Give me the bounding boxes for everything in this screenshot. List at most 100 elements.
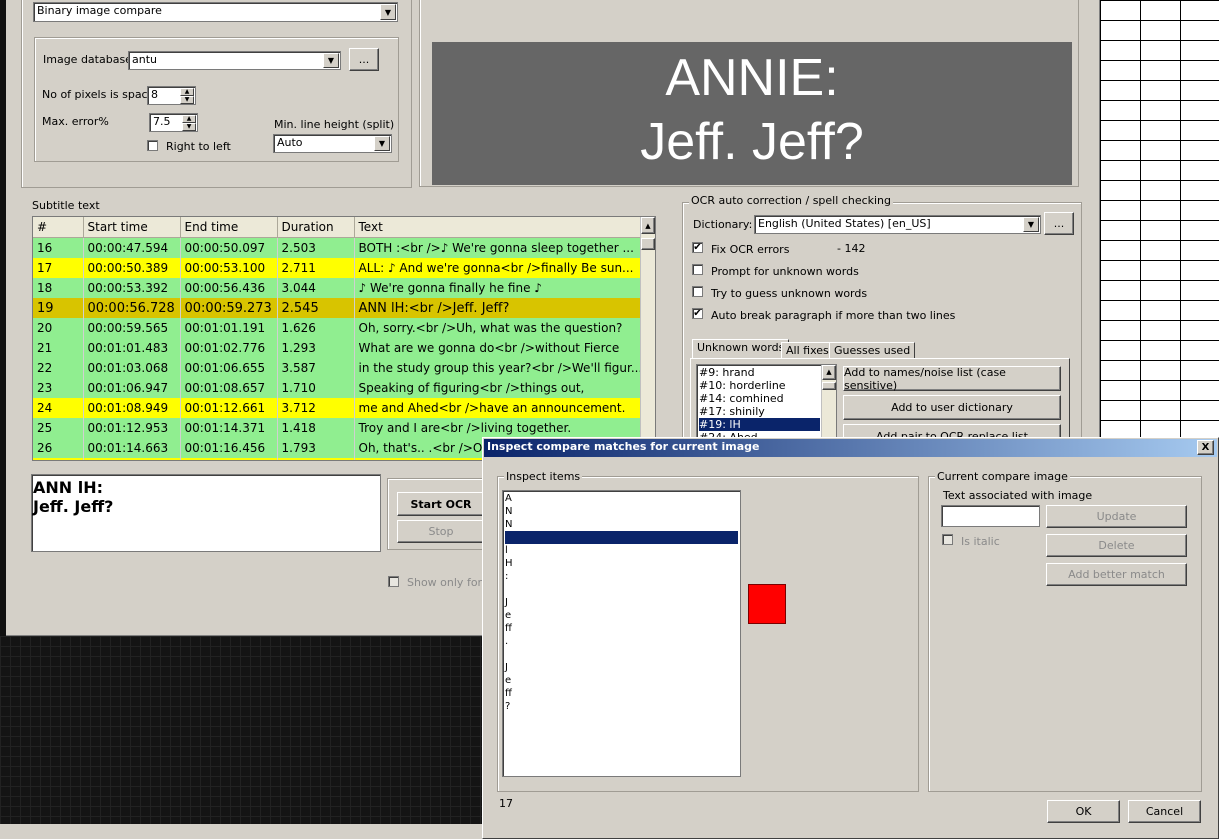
unknown-words-list[interactable]: #9: hrand #10: horderline #14: comhined … xyxy=(696,364,837,440)
column-header-end[interactable]: End time xyxy=(180,217,278,238)
list-item[interactable]: #17: shinily xyxy=(699,405,834,418)
subtitle-grid-scrollbar[interactable]: ▲ xyxy=(640,217,655,460)
spin-down-icon[interactable]: ▼ xyxy=(180,96,194,104)
list-item[interactable]: e xyxy=(505,609,738,622)
spin-down-icon[interactable]: ▼ xyxy=(182,123,196,131)
tab-unknown-words[interactable]: Unknown words xyxy=(692,339,790,359)
table-row[interactable]: 17 00:00:50.389 00:00:53.100 2.711 ALL: ♪ An… xyxy=(33,258,642,278)
spin-up-icon[interactable]: ▲ xyxy=(180,88,194,96)
guess-unknown-checkbox[interactable] xyxy=(692,286,703,297)
table-row[interactable]: 21 00:01:01.483 00:01:02.776 1.293 What are … xyxy=(33,338,642,358)
cancel-button[interactable]: Cancel xyxy=(1128,800,1201,823)
start-ocr-button[interactable]: Start OCR xyxy=(397,492,485,516)
dialog-titlebar[interactable]: Inspect compare matches for current imag… xyxy=(484,439,1217,457)
scroll-thumb[interactable] xyxy=(822,382,836,390)
subtitle-grid: # Start time End time Duration Text 16 00… xyxy=(32,216,656,461)
scroll-up-icon[interactable]: ▲ xyxy=(822,365,836,380)
list-item[interactable]: A xyxy=(505,492,738,505)
add-user-dictionary-button[interactable]: Add to user dictionary xyxy=(843,395,1061,420)
text-associated-input[interactable] xyxy=(941,505,1040,527)
list-item[interactable]: : xyxy=(505,570,738,583)
scroll-thumb[interactable] xyxy=(641,238,655,250)
auto-break-checkbox[interactable]: ✔ xyxy=(692,308,703,319)
cell-end: 00:00:50.097 xyxy=(180,237,278,258)
unknown-words-scrollbar[interactable]: ▲ xyxy=(821,365,836,439)
list-item[interactable]: J xyxy=(505,596,738,609)
table-row[interactable]: 20 00:00:59.565 00:01:01.191 1.626 Oh, sorry… xyxy=(33,318,642,338)
column-header-text[interactable]: Text xyxy=(354,217,642,238)
cell-end: 00:00:56.436 xyxy=(180,278,278,298)
pixels-space-value: 8 xyxy=(151,88,158,101)
table-row[interactable]: 18 00:00:53.392 00:00:56.436 3.044 ♪ We're g… xyxy=(33,278,642,298)
cell-number: 17 xyxy=(33,258,84,278)
table-row[interactable]: 25 00:01:12.953 00:01:14.371 1.418 Troy and … xyxy=(33,418,642,438)
spin-up-icon[interactable]: ▲ xyxy=(182,115,196,123)
list-item[interactable]: . xyxy=(505,635,738,648)
subtitle-table: # Start time End time Duration Text 16 00… xyxy=(33,217,642,460)
dictionary-label: Dictionary: xyxy=(693,218,753,231)
list-item[interactable]: ff xyxy=(505,687,738,700)
update-button[interactable]: Update xyxy=(1046,505,1187,528)
current-subtitle-textbox[interactable]: ANN lH: Jeff. Jeff? xyxy=(31,474,381,552)
table-row[interactable]: 24 00:01:08.949 00:01:12.661 3.712 me and Ah… xyxy=(33,398,642,418)
list-item[interactable]: H xyxy=(505,557,738,570)
cell-duration: 1.710 xyxy=(277,378,355,398)
fix-ocr-errors-checkbox[interactable]: ✔ xyxy=(692,242,703,253)
table-row[interactable]: 16 00:00:47.594 00:00:50.097 2.503 BOTH :<br… xyxy=(33,237,642,258)
cell-start: 00:01:14.663 xyxy=(83,438,181,458)
cell-end: 00:01:08.657 xyxy=(180,378,278,398)
cell-duration: 1.293 xyxy=(277,338,355,358)
scroll-up-icon[interactable]: ▲ xyxy=(641,217,655,234)
table-row[interactable]: 22 00:01:03.068 00:01:06.655 3.587 in the st… xyxy=(33,358,642,378)
list-item[interactable]: ff xyxy=(505,622,738,635)
cell-end: 00:00:59.273 xyxy=(180,298,278,318)
dictionary-select[interactable]: English (United States) [en_US] ▼ xyxy=(754,215,1041,234)
image-database-browse-button[interactable]: ... xyxy=(349,48,379,71)
compare-image-swatch xyxy=(748,584,786,624)
list-item[interactable]: N xyxy=(505,505,738,518)
bottom-toolbar-strip xyxy=(0,824,485,839)
list-item[interactable]: e xyxy=(505,674,738,687)
cell-start: 00:01:01.483 xyxy=(83,338,181,358)
image-database-label: Image database xyxy=(43,53,132,66)
list-item[interactable]: J xyxy=(505,661,738,674)
image-database-select[interactable]: antu ▼ xyxy=(128,51,341,70)
is-italic-checkbox[interactable] xyxy=(942,534,953,545)
list-item[interactable] xyxy=(505,583,738,596)
dictionary-browse-button[interactable]: ... xyxy=(1044,212,1074,235)
dialog-close-button[interactable]: X xyxy=(1197,440,1214,455)
max-error-spinner[interactable]: 7.5 ▲ ▼ xyxy=(149,113,198,132)
cell-start: 00:01:03.068 xyxy=(83,358,181,378)
list-item[interactable]: ? xyxy=(505,700,738,713)
guess-unknown-label: Try to guess unknown words xyxy=(711,287,868,300)
list-item[interactable]: #14: comhined xyxy=(699,392,834,405)
list-item-selected[interactable] xyxy=(505,531,738,544)
column-header-number[interactable]: # xyxy=(33,217,84,238)
column-header-start[interactable]: Start time xyxy=(83,217,181,238)
ok-button[interactable]: OK xyxy=(1047,800,1120,823)
list-item-selected[interactable]: #19: lH xyxy=(699,418,820,431)
table-row[interactable]: 23 00:01:06.947 00:01:08.657 1.710 Speaking … xyxy=(33,378,642,398)
cell-duration: 1.793 xyxy=(277,438,355,458)
pixels-space-spinner[interactable]: 8 ▲ ▼ xyxy=(147,86,196,105)
cell-number: 16 xyxy=(33,237,84,258)
add-better-match-button[interactable]: Add better match xyxy=(1046,563,1187,586)
min-line-height-select[interactable]: Auto ▼ xyxy=(273,134,392,153)
cell-end: 00:01:02.776 xyxy=(180,338,278,358)
list-item[interactable]: l xyxy=(505,544,738,557)
list-item[interactable]: N xyxy=(505,518,738,531)
delete-button[interactable]: Delete xyxy=(1046,534,1187,557)
list-item[interactable]: #9: hrand xyxy=(699,366,834,379)
list-item[interactable] xyxy=(505,648,738,661)
tab-guesses-used[interactable]: Guesses used xyxy=(829,342,916,359)
show-only-forced-checkbox[interactable] xyxy=(388,576,399,587)
add-names-button[interactable]: Add to names/noise list (case sensitive) xyxy=(843,366,1061,392)
table-row-selected[interactable]: 19 00:00:56.728 00:00:59.273 2.545 ANN lH:<b… xyxy=(33,298,642,318)
column-header-duration[interactable]: Duration xyxy=(277,217,355,238)
tab-all-fixes[interactable]: All fixes xyxy=(781,342,834,359)
inspect-items-list[interactable]: A N N l H : J e ff . J e ff ? xyxy=(502,490,741,777)
right-to-left-checkbox[interactable] xyxy=(147,140,158,151)
stop-button[interactable]: Stop xyxy=(397,520,485,543)
list-item[interactable]: #10: horderline xyxy=(699,379,834,392)
prompt-unknown-checkbox[interactable] xyxy=(692,264,703,275)
